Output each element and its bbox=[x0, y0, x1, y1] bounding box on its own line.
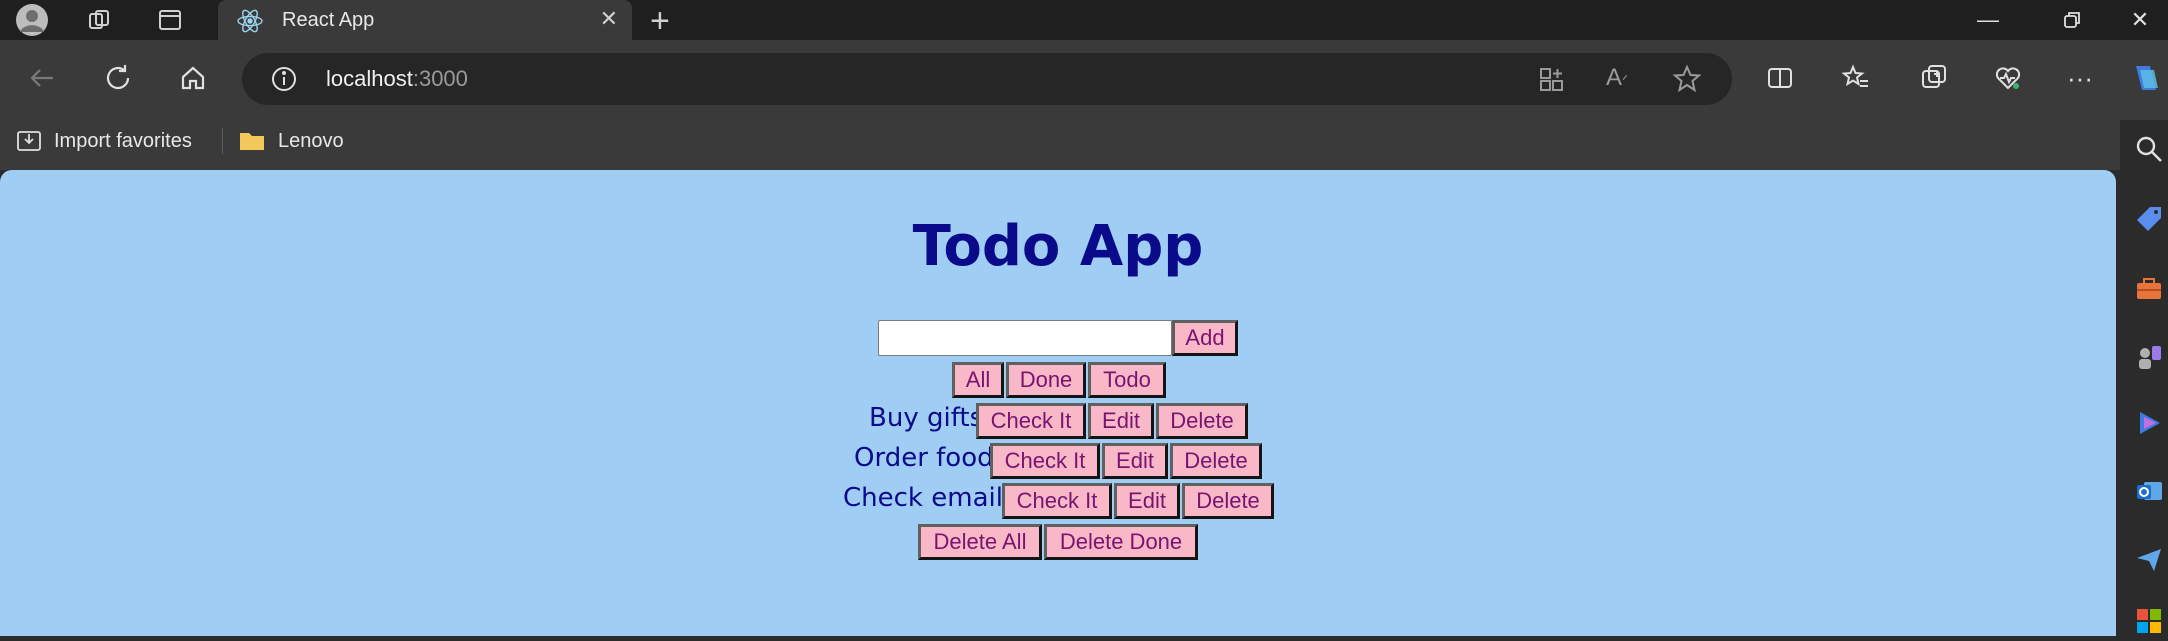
read-aloud-icon[interactable]: Aᐟ bbox=[1606, 64, 1628, 92]
site-info-icon[interactable] bbox=[270, 65, 298, 98]
bookmark-label: Import favorites bbox=[54, 129, 192, 152]
filter-done-button[interactable]: Done bbox=[1006, 362, 1086, 398]
collections-icon[interactable] bbox=[1914, 58, 1954, 98]
address-bar[interactable]: localhost:3000 Aᐟ bbox=[242, 53, 1732, 105]
delete-all-button[interactable]: Delete All bbox=[918, 524, 1042, 560]
check-it-button[interactable]: Check It bbox=[976, 403, 1086, 439]
todo-item-text: Order food bbox=[854, 443, 994, 473]
profile-avatar-icon[interactable] bbox=[12, 4, 52, 36]
app-available-icon[interactable] bbox=[1538, 66, 1566, 99]
more-options-icon[interactable]: ··· bbox=[2060, 58, 2100, 98]
bookmark-divider bbox=[222, 128, 223, 154]
page-title: Todo App bbox=[912, 214, 1204, 279]
tab-title: React App bbox=[282, 9, 375, 31]
favorite-star-icon[interactable] bbox=[1672, 64, 1702, 99]
filter-all-button[interactable]: All bbox=[952, 362, 1004, 398]
filter-todo-button[interactable]: Todo bbox=[1088, 362, 1166, 398]
edit-button[interactable]: Edit bbox=[1088, 403, 1154, 439]
tools-briefcase-icon[interactable] bbox=[2134, 274, 2164, 304]
close-tab-icon[interactable]: ✕ bbox=[600, 6, 618, 32]
browser-title-bar: React App ✕ + — ✕ bbox=[0, 0, 2168, 40]
url-port: :3000 bbox=[412, 66, 468, 91]
new-tab-icon[interactable]: + bbox=[650, 2, 670, 41]
url-text[interactable]: localhost:3000 bbox=[326, 66, 468, 92]
close-window-icon[interactable]: ✕ bbox=[2110, 0, 2168, 40]
url-host: localhost bbox=[326, 66, 413, 91]
workspaces-icon[interactable] bbox=[80, 4, 120, 36]
tab-react-app[interactable]: React App ✕ bbox=[218, 0, 632, 40]
send-icon[interactable] bbox=[2134, 544, 2164, 574]
refresh-icon[interactable] bbox=[98, 58, 138, 98]
bookmark-lenovo[interactable]: Lenovo bbox=[238, 126, 344, 156]
search-icon[interactable] bbox=[2134, 134, 2164, 164]
shopping-tag-icon[interactable] bbox=[2134, 204, 2164, 234]
todo-item-text: Check emails bbox=[843, 483, 1017, 513]
copilot-icon[interactable] bbox=[2126, 58, 2166, 98]
check-it-button[interactable]: Check It bbox=[990, 443, 1100, 479]
folder-icon bbox=[240, 133, 264, 150]
delete-button[interactable]: Delete bbox=[1156, 403, 1248, 439]
games-icon[interactable] bbox=[2134, 342, 2164, 372]
import-favorites-icon bbox=[17, 131, 41, 151]
split-screen-icon[interactable] bbox=[1760, 58, 1800, 98]
edit-button[interactable]: Edit bbox=[1102, 443, 1168, 479]
todo-input[interactable] bbox=[878, 320, 1172, 356]
delete-button[interactable]: Delete bbox=[1170, 443, 1262, 479]
delete-button[interactable]: Delete bbox=[1182, 483, 1274, 519]
bookmark-label: Lenovo bbox=[278, 129, 344, 152]
home-icon[interactable] bbox=[173, 58, 213, 98]
check-it-button[interactable]: Check It bbox=[1002, 483, 1112, 519]
todo-item-text: Buy gifts bbox=[869, 403, 984, 433]
page-viewport: Todo App Add All Done Todo Buy gifts Che… bbox=[0, 170, 2116, 636]
office-icon[interactable] bbox=[2134, 606, 2164, 636]
restore-icon[interactable] bbox=[2042, 0, 2102, 40]
back-arrow-icon[interactable] bbox=[22, 58, 62, 98]
outlook-icon[interactable] bbox=[2134, 476, 2164, 506]
browser-essentials-icon[interactable] bbox=[1988, 58, 2028, 98]
add-button[interactable]: Add bbox=[1172, 320, 1238, 356]
react-logo-icon bbox=[236, 8, 264, 39]
favorites-list-icon[interactable] bbox=[1836, 58, 1876, 98]
edit-button[interactable]: Edit bbox=[1114, 483, 1180, 519]
minimize-icon[interactable]: — bbox=[1958, 0, 2018, 40]
delete-done-button[interactable]: Delete Done bbox=[1044, 524, 1198, 560]
tab-actions-icon[interactable] bbox=[150, 4, 190, 36]
copilot-sidebar-icon[interactable] bbox=[2134, 408, 2164, 438]
bookmark-import-favorites[interactable]: Import favorites bbox=[16, 126, 192, 156]
